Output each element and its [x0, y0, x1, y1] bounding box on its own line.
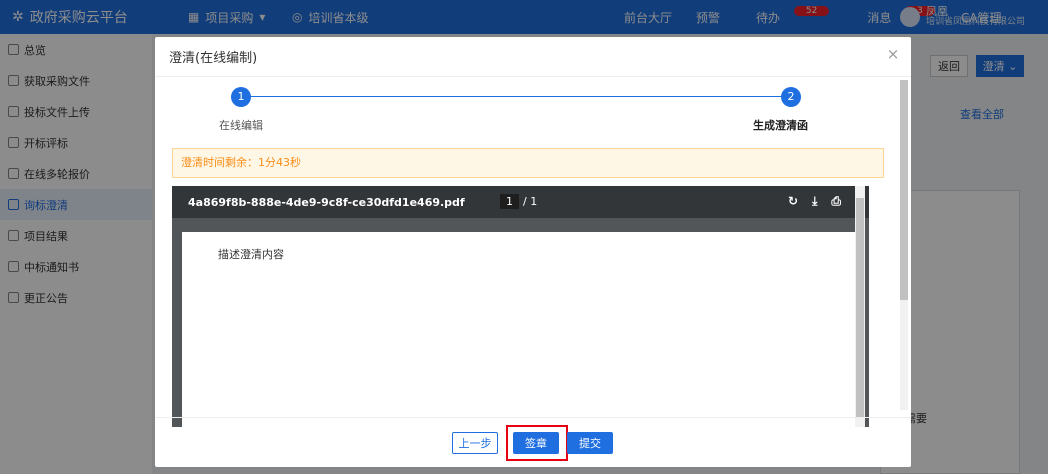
remaining-time-alert: 澄清时间剩余：1分43秒 — [172, 148, 884, 178]
print-icon[interactable]: ⎙ — [831, 194, 841, 209]
step-2-dot: 2 — [781, 87, 801, 107]
clarification-modal: 澄清(在线编制) × 1 2 在线编辑 生成澄清函 澄清时间剩余：1分43秒 4… — [155, 37, 911, 467]
pdf-scrollbar[interactable] — [855, 186, 865, 427]
modal-header: 澄清(在线编制) — [155, 37, 911, 77]
step-2-label: 生成澄清函 — [753, 119, 808, 132]
modal-title: 澄清(在线编制) — [169, 51, 258, 66]
modal-body: 1 2 在线编辑 生成澄清函 澄清时间剩余：1分43秒 4a869f8b-888… — [155, 77, 911, 427]
step-connector-line — [247, 96, 787, 97]
step-1-label: 在线编辑 — [219, 119, 263, 132]
modal-footer: 上一步 签章 提交 — [155, 417, 911, 467]
modal-scrollbar[interactable] — [900, 80, 908, 410]
pdf-toolbar: 4a869f8b-888e-4de9-9c8f-ce30dfd1e469.pdf… — [172, 186, 869, 218]
pdf-page-indicator: 1 / 1 — [500, 194, 538, 209]
previous-step-button[interactable]: 上一步 — [452, 432, 498, 454]
download-icon[interactable]: ⤓ — [812, 194, 817, 209]
pdf-page: 描述澄清内容 — [182, 232, 858, 427]
pdf-filename: 4a869f8b-888e-4de9-9c8f-ce30dfd1e469.pdf — [188, 195, 465, 209]
sign-button[interactable]: 签章 — [513, 432, 559, 454]
step-indicator: 1 2 在线编辑 生成澄清函 — [215, 87, 815, 137]
pdf-page-input[interactable]: 1 — [500, 194, 519, 209]
pdf-viewer: 4a869f8b-888e-4de9-9c8f-ce30dfd1e469.pdf… — [172, 186, 869, 427]
modal-scrollbar-thumb[interactable] — [900, 80, 908, 300]
pdf-content-text: 描述澄清内容 — [218, 248, 284, 261]
close-icon[interactable]: × — [883, 45, 903, 63]
pdf-page-total: / 1 — [523, 195, 538, 208]
step-1-dot: 1 — [231, 87, 251, 107]
rotate-icon[interactable]: ↻ — [788, 194, 798, 209]
pdf-scrollbar-thumb[interactable] — [856, 198, 864, 418]
pdf-tools: ↻ ⤓ ⎙ — [788, 194, 841, 209]
submit-button[interactable]: 提交 — [567, 432, 613, 454]
